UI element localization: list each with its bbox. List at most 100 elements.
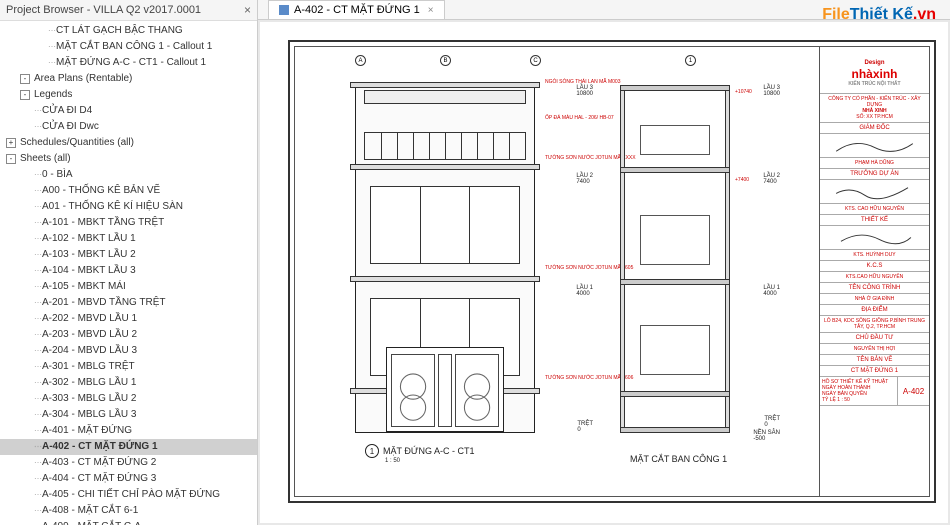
annotation: ỐP ĐÁ MÀU HAL - 206/ HB-07 bbox=[545, 115, 614, 121]
tree-item-label: A-408 - MẶT CẮT 6-1 bbox=[42, 504, 138, 518]
tab-active-sheet[interactable]: A-402 - CT MẶT ĐỨNG 1 × bbox=[268, 0, 445, 19]
building-elevation bbox=[355, 85, 535, 433]
tree-item-label: A-101 - MBKT TẦNG TRỆT bbox=[42, 216, 164, 230]
tree-item[interactable]: ⋯ A-302 - MBLG LẦU 1 bbox=[0, 375, 257, 391]
tb-label: GIÁM ĐỐC bbox=[820, 123, 929, 134]
tree-item-label: A-409 - MẶT CẮT C-A bbox=[42, 520, 141, 525]
tree-item[interactable]: ⋯ A-403 - CT MẶT ĐỨNG 2 bbox=[0, 455, 257, 471]
tree-item[interactable]: ⋯ MẶT CẮT BAN CÔNG 1 - Callout 1 bbox=[0, 39, 257, 55]
tree-item[interactable]: ⋯ A00 - THỐNG KÊ BẢN VẼ bbox=[0, 183, 257, 199]
tb-label: TRƯỞNG DỰ ÁN bbox=[820, 169, 929, 180]
drawing-canvas[interactable]: Copyright © FileThietKe.vn Copyright © F… bbox=[260, 22, 948, 523]
expander-icon[interactable]: - bbox=[20, 74, 30, 84]
tree-item[interactable]: ⋯ A-402 - CT MẶT ĐỨNG 1 bbox=[0, 439, 257, 455]
tree-item-label: A-405 - CHI TIẾT CHỈ PÀO MẶT ĐỨNG bbox=[42, 488, 220, 502]
tree-item[interactable]: ⋯ A-408 - MẶT CẮT 6-1 bbox=[0, 503, 257, 519]
site-watermark-logo: FileThiết Kế.vn bbox=[822, 6, 936, 24]
tree-item-label: A-404 - CT MẶT ĐỨNG 3 bbox=[42, 472, 156, 486]
expander-icon[interactable]: - bbox=[20, 90, 30, 100]
section-view-1: 1 LẦU 310800 bbox=[610, 55, 780, 468]
tb-name: KTS. HUỲNH DUY bbox=[820, 250, 929, 261]
expander-icon[interactable]: - bbox=[6, 154, 16, 164]
tree-item-label: A-204 - MBVD LẦU 3 bbox=[42, 344, 137, 358]
tb-name: PHẠM HÀ DŨNG bbox=[820, 158, 929, 169]
tree-item[interactable]: ⋯ MẶT ĐỨNG A-C - CT1 - Callout 1 bbox=[0, 55, 257, 71]
tree-item[interactable]: ⋯ A-104 - MBKT LẦU 3 bbox=[0, 263, 257, 279]
tree-item[interactable]: +Schedules/Quantities (all) bbox=[0, 135, 257, 151]
tree-item-label: A-104 - MBKT LẦU 3 bbox=[42, 264, 136, 278]
tree-item[interactable]: -Legends bbox=[0, 87, 257, 103]
tree-item[interactable]: ⋯ A-101 - MBKT TẦNG TRỆT bbox=[0, 215, 257, 231]
tree-item-label: MẶT ĐỨNG A-C - CT1 - Callout 1 bbox=[56, 56, 206, 70]
grid-bubble-1: 1 bbox=[685, 55, 696, 66]
titleblock-logo: Design nhàxinh KIẾN TRÚC NỘI THẤT bbox=[820, 47, 929, 94]
tree-item[interactable]: ⋯ A-202 - MBVD LẦU 1 bbox=[0, 311, 257, 327]
tree-item-label: A-402 - CT MẶT ĐỨNG 1 bbox=[42, 440, 158, 454]
sheet-frame: A B C bbox=[288, 40, 936, 503]
tb-val: NHÀ Ở GIA ĐÌNH bbox=[820, 294, 929, 305]
tb-label: CHỦ ĐẦU TƯ bbox=[820, 333, 929, 344]
tree-item[interactable]: ⋯ A01 - THỐNG KÊ KÍ HIỆU SÀN bbox=[0, 199, 257, 215]
expander-icon[interactable]: + bbox=[6, 138, 16, 148]
building-section bbox=[620, 85, 730, 433]
dim-text: +7400 bbox=[735, 177, 749, 183]
tree-item[interactable]: ⋯ A-103 - MBKT LẦU 2 bbox=[0, 247, 257, 263]
tree-item-label: A-401 - MẶT ĐỨNG bbox=[42, 424, 132, 438]
tb-val: CT MẶT ĐỨNG 1 bbox=[820, 366, 929, 377]
titleblock: Design nhàxinh KIẾN TRÚC NỘI THẤT CÔNG T… bbox=[819, 47, 929, 496]
tree-item-label: Sheets (all) bbox=[20, 152, 71, 166]
tb-name: KTS. CAO HỮU NGUYÊN bbox=[820, 204, 929, 215]
drawing-area: A B C bbox=[295, 47, 819, 496]
close-icon[interactable]: × bbox=[244, 3, 251, 17]
tree-item[interactable]: ⋯ CT LÁT GẠCH BẬC THANG bbox=[0, 23, 257, 39]
tree-item[interactable]: ⋯ A-301 - MBLG TRỆT bbox=[0, 359, 257, 375]
tree-item-label: A-304 - MBLG LẦU 3 bbox=[42, 408, 136, 422]
tree-item[interactable]: ⋯ A-304 - MBLG LẦU 3 bbox=[0, 407, 257, 423]
tree-item[interactable]: ⋯ A-404 - CT MẶT ĐỨNG 3 bbox=[0, 471, 257, 487]
tree-item[interactable]: ⋯ CỬA ĐI D4 bbox=[0, 103, 257, 119]
tree-item-label: CỬA ĐI Dwc bbox=[42, 120, 99, 134]
tree-item-label: A-302 - MBLG LẦU 1 bbox=[42, 376, 136, 390]
tb-sheet-row: HỒ SƠ THIẾT KẾ KỸ THUẬT NGÀY HOÀN THÀNH … bbox=[820, 377, 929, 406]
tree-item-label: A01 - THỐNG KÊ KÍ HIỆU SÀN bbox=[42, 200, 183, 214]
tree-item[interactable]: ⋯ A-105 - MBKT MÁI bbox=[0, 279, 257, 295]
project-browser-title: Project Browser - VILLA Q2 v2017.0001 bbox=[6, 4, 201, 16]
tree-item[interactable]: ⋯ A-203 - MBVD LẦU 2 bbox=[0, 327, 257, 343]
sheet-icon bbox=[279, 5, 289, 15]
tree-item[interactable]: ⋯ A-102 - MBKT LẦU 1 bbox=[0, 231, 257, 247]
tree-item-label: CỬA ĐI D4 bbox=[42, 104, 92, 118]
tb-label: TÊN CÔNG TRÌNH bbox=[820, 283, 929, 294]
tree-item[interactable]: ⋯ CỬA ĐI Dwc bbox=[0, 119, 257, 135]
tb-label: K.C.S bbox=[820, 261, 929, 272]
tree-item[interactable]: -Sheets (all) bbox=[0, 151, 257, 167]
signature bbox=[820, 180, 929, 204]
tb-label: TÊN BẢN VẼ bbox=[820, 355, 929, 366]
tree-item-label: Legends bbox=[34, 88, 72, 102]
signature bbox=[820, 134, 929, 158]
grid-bubble-a: A bbox=[355, 55, 366, 66]
tab-label: A-402 - CT MẶT ĐỨNG 1 bbox=[294, 4, 420, 16]
project-browser-header: Project Browser - VILLA Q2 v2017.0001 × bbox=[0, 0, 257, 21]
tree-item[interactable]: ⋯ A-303 - MBLG LẦU 2 bbox=[0, 391, 257, 407]
tree-item[interactable]: ⋯ A-204 - MBVD LẦU 3 bbox=[0, 343, 257, 359]
tree-item[interactable]: ⋯ A-405 - CHI TIẾT CHỈ PÀO MẶT ĐỨNG bbox=[0, 487, 257, 503]
tree-item[interactable]: ⋯ A-409 - MẶT CẮT C-A bbox=[0, 519, 257, 525]
tree-item-label: A00 - THỐNG KÊ BẢN VẼ bbox=[42, 184, 160, 198]
tree-item[interactable]: -Area Plans (Rentable) bbox=[0, 71, 257, 87]
tree-item-label: A-105 - MBKT MÁI bbox=[42, 280, 126, 294]
tree-item-label: A-403 - CT MẶT ĐỨNG 2 bbox=[42, 456, 156, 470]
view-title-1: 1MẶT ĐỨNG A-C - CT1 1 : 50 bbox=[365, 444, 475, 464]
sheet-number: A-402 bbox=[897, 377, 929, 405]
tab-close-icon[interactable]: × bbox=[428, 5, 434, 16]
project-browser-panel: Project Browser - VILLA Q2 v2017.0001 × … bbox=[0, 0, 258, 525]
tb-name: KTS.CAO HỮU NGUYÊN bbox=[820, 272, 929, 283]
tb-label: THIẾT KẾ bbox=[820, 215, 929, 226]
tree-item-label: A-102 - MBKT LẦU 1 bbox=[42, 232, 136, 246]
project-tree[interactable]: ⋯ CT LÁT GẠCH BẬC THANG⋯ MẶT CẮT BAN CÔN… bbox=[0, 21, 257, 525]
tb-val: NGUYỄN THỊ HỢI bbox=[820, 344, 929, 355]
grid-bubble-c: C bbox=[530, 55, 541, 66]
tree-item[interactable]: ⋯ 0 - BÌA bbox=[0, 167, 257, 183]
tree-item[interactable]: ⋯ A-401 - MẶT ĐỨNG bbox=[0, 423, 257, 439]
tree-item-label: A-202 - MBVD LẦU 1 bbox=[42, 312, 137, 326]
tree-item[interactable]: ⋯ A-201 - MBVD TẦNG TRỆT bbox=[0, 295, 257, 311]
